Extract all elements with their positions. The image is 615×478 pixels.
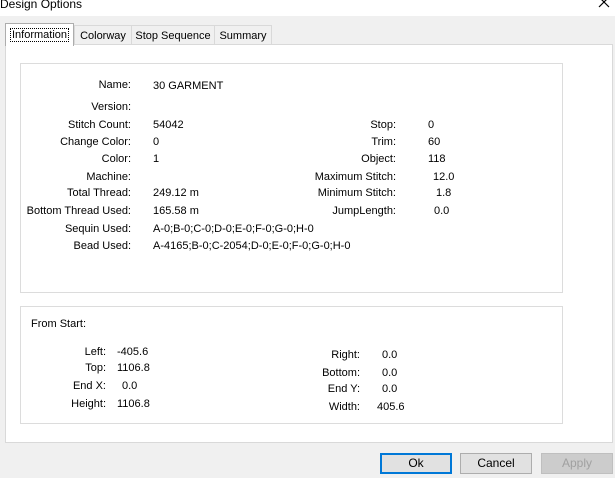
stitch-count-value: 54042 <box>153 119 184 131</box>
height-label: Height: <box>71 398 106 410</box>
change-color-label: Change Color: <box>60 136 131 148</box>
bottom-label: Bottom: <box>322 367 360 379</box>
tab-stop-sequence[interactable]: Stop Sequence <box>131 25 215 46</box>
bead-used-label: Bead Used: <box>73 240 131 252</box>
end-x-label: End X: <box>72 380 106 392</box>
bottom-thread-value: 165.58 m <box>153 205 199 217</box>
name-value: 30 GARMENT <box>153 80 224 92</box>
height-value: 1106.8 <box>117 398 150 410</box>
ok-button[interactable]: Ok <box>380 453 452 474</box>
left-value: -405.6 <box>117 346 149 358</box>
end-y-label: End Y: <box>327 383 360 395</box>
bottom-thread-label: Bottom Thread Used: <box>26 205 131 217</box>
top-label: Top: <box>85 362 106 374</box>
total-thread-label: Total Thread: <box>66 187 131 199</box>
minimum-stitch-value: 1.8 <box>436 187 452 199</box>
trim-label: Trim: <box>371 136 396 148</box>
end-x-value: 0.0 <box>122 380 138 392</box>
tab-information[interactable]: Information <box>5 23 74 46</box>
jump-length-value: 0.0 <box>434 205 450 217</box>
right-value: 0.0 <box>382 349 398 361</box>
tab-information-label: Information <box>9 28 70 42</box>
name-label: Name: <box>98 79 131 91</box>
from-start-heading: From Start: <box>31 318 87 330</box>
bead-used-value: A-4165;B-0;C-2054;D-0;E-0;F-0;G-0;H-0 <box>153 240 351 252</box>
width-label: Width: <box>328 401 360 413</box>
maximum-stitch-label: Maximum Stitch: <box>314 171 396 183</box>
total-thread-value: 249.12 m <box>153 187 199 199</box>
version-label: Version: <box>91 101 131 113</box>
top-value: 1106.8 <box>117 362 150 374</box>
title-bar: Design Options <box>0 0 615 16</box>
tab-summary[interactable]: Summary <box>214 25 272 46</box>
jump-length-label: JumpLength: <box>332 205 396 217</box>
close-icon[interactable] <box>596 0 612 12</box>
object-label: Object: <box>361 153 396 165</box>
trim-value: 60 <box>428 136 441 148</box>
right-label: Right: <box>331 349 360 361</box>
minimum-stitch-label: Minimum Stitch: <box>317 187 396 199</box>
window-title: Design Options <box>0 0 83 11</box>
width-value: 405.6 <box>377 401 405 413</box>
bottom-value: 0.0 <box>382 367 398 379</box>
color-value: 1 <box>153 153 160 165</box>
sequin-used-value: A-0;B-0;C-0;D-0;E-0;F-0;G-0;H-0 <box>153 223 314 235</box>
machine-label: Machine: <box>86 171 131 183</box>
stop-value: 0 <box>428 119 435 131</box>
maximum-stitch-value: 12.0 <box>433 171 455 183</box>
tab-colorway[interactable]: Colorway <box>74 25 132 46</box>
color-label: Color: <box>101 153 131 165</box>
object-value: 118 <box>428 153 446 165</box>
left-label: Left: <box>84 346 106 358</box>
stitch-count-label: Stitch Count: <box>68 119 131 131</box>
sequin-used-label: Sequin Used: <box>64 223 131 235</box>
cancel-button[interactable]: Cancel <box>460 453 532 474</box>
apply-button[interactable]: Apply <box>541 453 613 474</box>
end-y-value: 0.0 <box>382 383 398 395</box>
stop-label: Stop: <box>370 119 396 131</box>
change-color-value: 0 <box>153 136 160 148</box>
